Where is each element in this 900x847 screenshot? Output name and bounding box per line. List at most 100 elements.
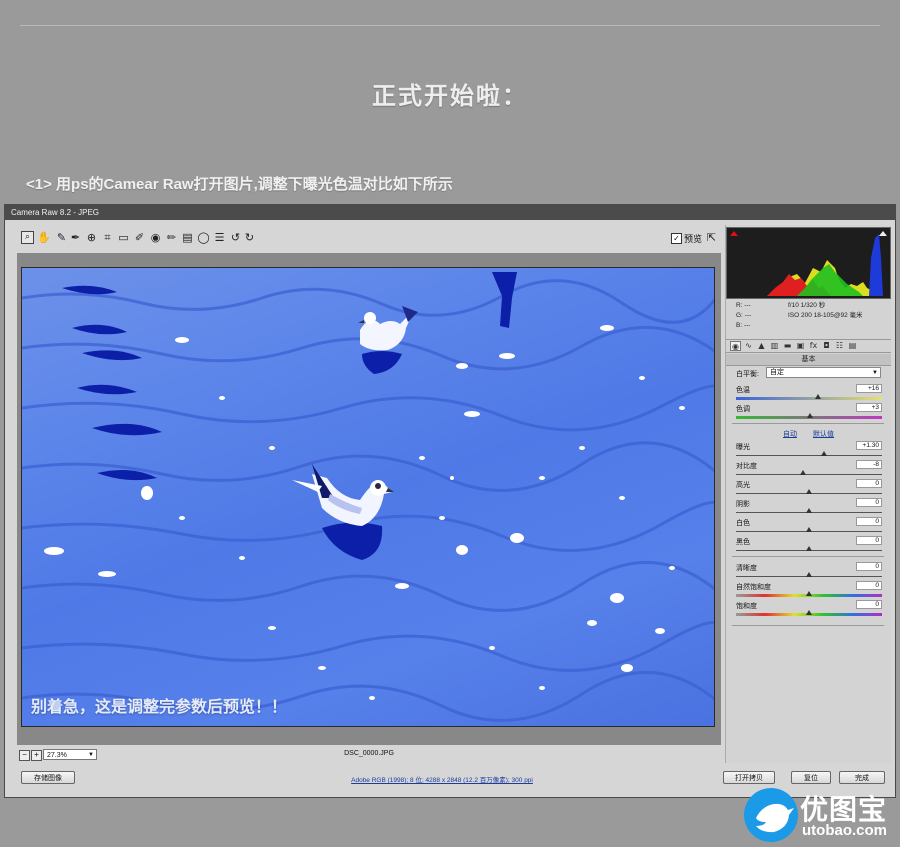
panel-tabs: ◉ ∿ ▲ ▥ ▬ ▣ fx ◘ ☷ ▤ xyxy=(726,339,891,353)
slider-value-input[interactable]: 0 xyxy=(856,536,882,545)
window-title: Camera Raw 8.2 - JPEG xyxy=(5,205,895,220)
adjustment-brush-icon[interactable]: ✏ xyxy=(165,231,178,244)
tab-tone-curve[interactable]: ∿ xyxy=(743,341,754,351)
slider-row: 对比度 -8 xyxy=(736,460,882,480)
slider-label: 自然饱和度 xyxy=(736,584,771,591)
white-balance-icon[interactable]: ✎ xyxy=(55,231,68,244)
slider-label: 黑色 xyxy=(736,539,750,546)
fullscreen-icon[interactable]: ⇱ xyxy=(705,231,718,244)
preview-label: 预览 xyxy=(684,234,703,244)
target-adjust-icon[interactable]: ⊕ xyxy=(85,231,98,244)
slider-thumb[interactable] xyxy=(806,572,812,577)
crop-icon[interactable]: ⌗ xyxy=(101,231,114,244)
slider-row: 自然饱和度 0 xyxy=(736,581,882,601)
histogram-graph xyxy=(767,234,883,296)
white-balance-select[interactable]: 自定 ▼ xyxy=(766,367,881,378)
preferences-icon[interactable]: ☰ xyxy=(213,231,226,244)
color-sampler-icon[interactable]: ✒ xyxy=(69,231,82,244)
slider-value-input[interactable]: 0 xyxy=(856,600,882,609)
exif-exposure: f/10 1/320 秒 xyxy=(788,302,826,309)
slider-label: 色调 xyxy=(736,406,750,413)
reset-button[interactable]: 复位 xyxy=(791,771,831,784)
slider-row: 阴影 0 xyxy=(736,498,882,518)
water-scene xyxy=(22,272,714,722)
rotate-right-icon[interactable]: ↻ xyxy=(243,231,256,244)
slider-thumb[interactable] xyxy=(820,451,827,456)
r-value: R: --- xyxy=(736,302,751,309)
tab-detail[interactable]: ▲ xyxy=(756,341,767,351)
rotate-left-icon[interactable]: ↺ xyxy=(229,231,242,244)
tab-effects[interactable]: fx xyxy=(808,341,819,351)
default-link[interactable]: 默认值 xyxy=(813,431,834,438)
slider-value-input[interactable]: 0 xyxy=(856,562,882,571)
slider-value-input[interactable]: 0 xyxy=(856,479,882,488)
status-bar: − + 27.3% ▼ DSC_0000.JPG xyxy=(17,747,721,763)
tab-split-toning[interactable]: ▬ xyxy=(782,341,793,351)
slider-thumb[interactable] xyxy=(806,610,812,615)
workflow-options-link[interactable]: Adobe RGB (1998); 8 位; 4288 x 2848 (12.2… xyxy=(267,774,617,784)
rgb-readout: R: --- G: --- B: --- xyxy=(736,301,751,331)
tab-presets[interactable]: ☷ xyxy=(834,341,845,351)
slider-thumb[interactable] xyxy=(806,527,812,532)
highlight-clipping-icon[interactable] xyxy=(879,231,887,236)
slider-value-input[interactable]: +3 xyxy=(856,403,882,412)
checkbox-box[interactable]: ✓ xyxy=(671,233,682,244)
done-button[interactable]: 完成 xyxy=(839,771,885,784)
pixel-info: R: --- G: --- B: --- f/10 1/320 秒 ISO 20… xyxy=(726,301,891,339)
slider-track[interactable] xyxy=(736,455,882,456)
slider-track[interactable] xyxy=(736,474,882,475)
slider-row: 黑色 0 xyxy=(736,536,882,556)
tab-hsl[interactable]: ▥ xyxy=(769,341,780,351)
slider-label: 对比度 xyxy=(736,463,757,470)
slider-thumb[interactable] xyxy=(806,591,812,596)
step-caption: <1> 用ps的Camear Raw打开图片,调整下曝光色温对比如下所示 xyxy=(26,176,453,193)
shadow-clipping-icon[interactable] xyxy=(730,231,738,236)
slider-value-input[interactable]: 0 xyxy=(856,581,882,590)
radial-filter-icon[interactable]: ◯ xyxy=(197,231,210,244)
slider-thumb[interactable] xyxy=(806,489,812,494)
chevron-down-icon: ▼ xyxy=(872,370,878,376)
tab-camera-calibration[interactable]: ◘ xyxy=(821,341,832,351)
red-eye-icon[interactable]: ◉ xyxy=(149,231,162,244)
exif-lens: ISO 200 18-105@92 毫米 xyxy=(788,312,863,319)
tab-snapshots[interactable]: ▤ xyxy=(847,341,858,351)
slider-row: 高光 0 xyxy=(736,479,882,499)
slider-thumb[interactable] xyxy=(814,394,821,399)
slider-row: 色调 +3 xyxy=(736,403,882,423)
straighten-icon[interactable]: ▭ xyxy=(117,231,130,244)
file-name: DSC_0000.JPG xyxy=(344,750,394,757)
zoom-icon[interactable]: ⌕ xyxy=(21,231,34,244)
tab-lens[interactable]: ▣ xyxy=(795,341,806,351)
slider-value-input[interactable]: 0 xyxy=(856,498,882,507)
open-copy-button[interactable]: 打开拷贝 xyxy=(723,771,775,784)
slider-row: 曝光 +1.30 xyxy=(736,441,882,461)
auto-default-links: 自动 默认值 xyxy=(726,429,891,439)
g-value: G: --- xyxy=(736,312,752,319)
slider-row: 清晰度 0 xyxy=(736,562,882,582)
white-balance-value: 自定 xyxy=(770,369,784,376)
white-balance-row: 白平衡: 自定 ▼ xyxy=(736,367,886,379)
slider-label: 曝光 xyxy=(736,444,750,451)
slider-thumb[interactable] xyxy=(800,470,807,475)
slider-value-input[interactable]: 0 xyxy=(856,517,882,526)
tab-basic[interactable]: ◉ xyxy=(730,341,741,351)
slider-thumb[interactable] xyxy=(806,508,812,513)
slider-label: 阴影 xyxy=(736,501,750,508)
graduated-filter-icon[interactable]: ▤ xyxy=(181,231,194,244)
slider-value-input[interactable]: +16 xyxy=(856,384,882,393)
slider-track[interactable] xyxy=(736,397,882,400)
right-panel: R: --- G: --- B: --- f/10 1/320 秒 ISO 20… xyxy=(725,225,891,763)
preview-checkbox[interactable]: ✓ 预览 xyxy=(671,232,702,245)
hand-icon[interactable]: ✋ xyxy=(37,231,51,244)
toolbar: ⌕ ✋ ✎ ✒ ⊕ ⌗ ▭ ✐ ◉ ✏ ▤ ◯ ☰ ↺ ↻ ✓ 预览 ⇱ xyxy=(17,229,719,249)
b-value: B: --- xyxy=(736,322,751,329)
slider-thumb[interactable] xyxy=(806,546,812,551)
save-image-button[interactable]: 存储图像 xyxy=(21,771,75,784)
slider-label: 清晰度 xyxy=(736,565,757,572)
spot-removal-icon[interactable]: ✐ xyxy=(133,231,146,244)
slider-value-input[interactable]: +1.30 xyxy=(856,441,882,450)
auto-link[interactable]: 自动 xyxy=(783,431,797,438)
slider-value-input[interactable]: -8 xyxy=(856,460,882,469)
slider-thumb[interactable] xyxy=(807,413,814,418)
slider-label: 色温 xyxy=(736,387,750,394)
